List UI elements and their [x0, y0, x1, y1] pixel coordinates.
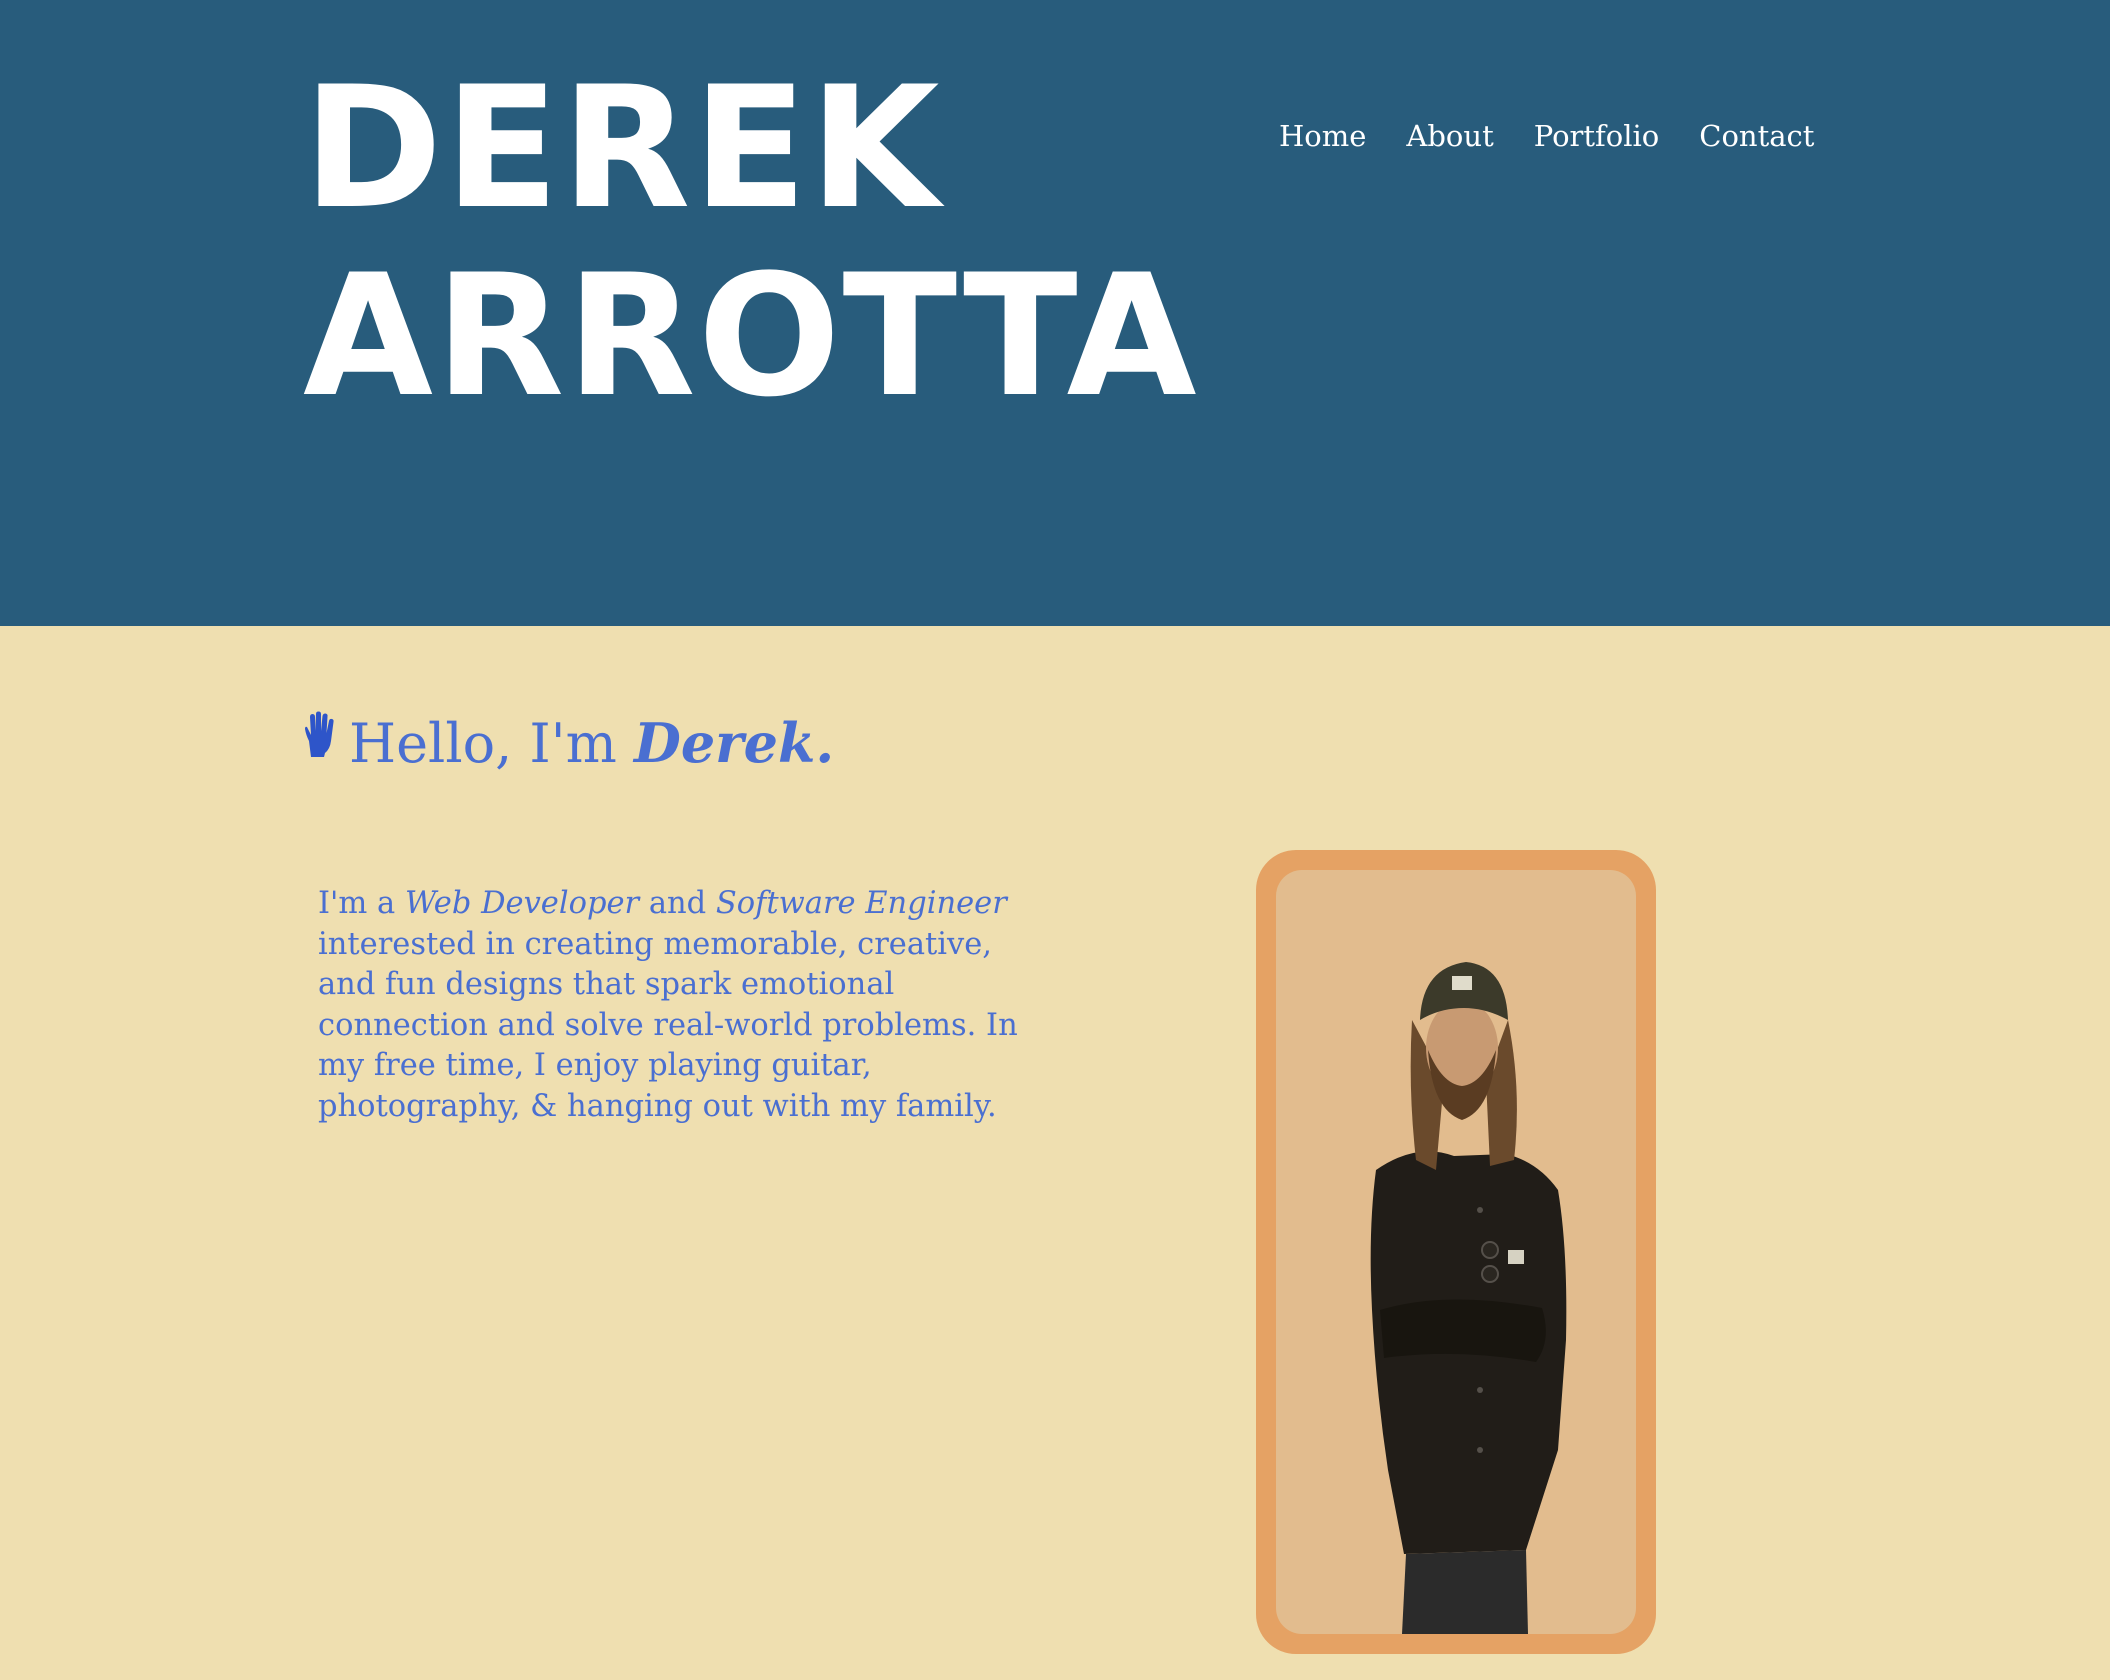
main-nav: Home About Portfolio Contact	[1279, 110, 1814, 162]
nav-portfolio-link[interactable]: Portfolio	[1534, 110, 1660, 162]
greeting-name: Derek.	[633, 711, 835, 775]
intro-role-web-developer: Web Developer	[404, 886, 640, 921]
logo-line-last-name: ARROTTA	[303, 238, 1199, 434]
site-header: DEREK ARROTTA Home About Portfolio Conta…	[0, 0, 2110, 626]
profile-photo	[1276, 870, 1636, 1634]
intro-paragraph: I'm a Web Developer and Software Enginee…	[318, 884, 1038, 1127]
site-logo[interactable]: DEREK ARROTTA	[303, 50, 1199, 434]
intro-role-software-engineer: Software Engineer	[715, 886, 1007, 921]
nav-home-link[interactable]: Home	[1279, 110, 1366, 162]
nav-contact-link[interactable]: Contact	[1699, 110, 1814, 162]
greeting-heading: Hello, I'm Derek.	[349, 706, 834, 781]
raised-hand-icon	[303, 711, 337, 759]
profile-photo-frame	[1256, 850, 1656, 1654]
intro-part-2: and	[639, 886, 716, 921]
logo-line-first-name: DEREK	[303, 50, 942, 246]
intro-part-1: I'm a	[318, 886, 405, 921]
greeting: Hello, I'm Derek.	[303, 706, 834, 781]
profile-photo-person	[1370, 962, 1567, 1634]
greeting-prefix: Hello, I'm	[349, 712, 634, 775]
nav-about-link[interactable]: About	[1406, 110, 1493, 162]
intro-part-3: interested in creating memorable, creati…	[318, 926, 1018, 1124]
